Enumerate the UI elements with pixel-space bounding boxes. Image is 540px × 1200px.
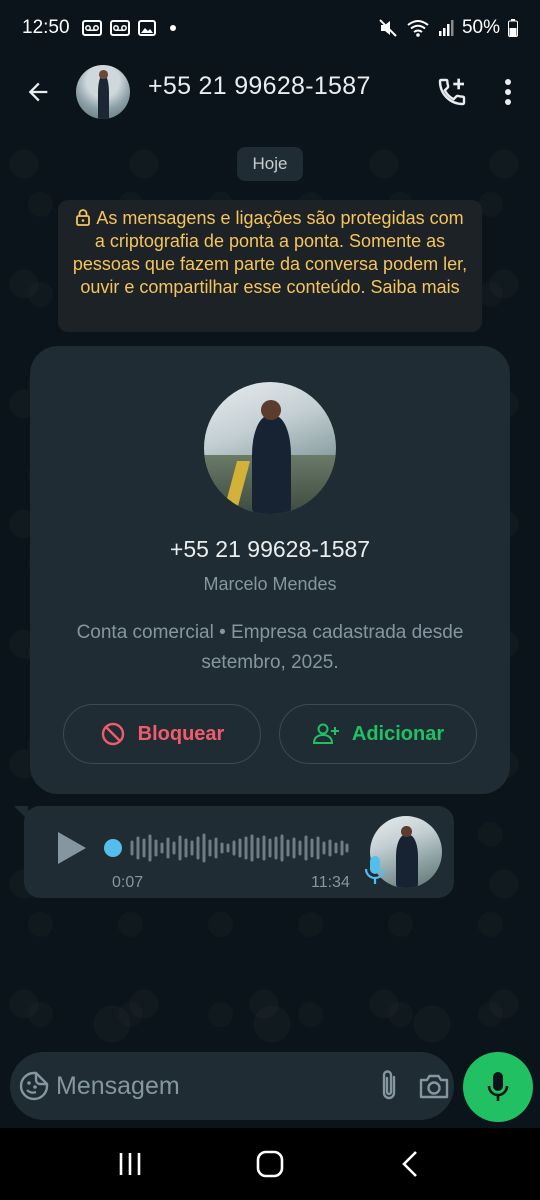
message-time: 11:34 xyxy=(311,874,350,891)
voice-message[interactable]: 0:07 11:34 xyxy=(14,806,454,898)
play-icon xyxy=(58,832,86,864)
dot-icon xyxy=(169,25,176,31)
signal-icon xyxy=(438,20,454,36)
contact-title[interactable]: +55 21 99628-1587 xyxy=(148,72,428,101)
message-input[interactable] xyxy=(50,1058,378,1114)
image-icon xyxy=(137,20,156,36)
mute-icon xyxy=(379,19,397,37)
block-label: Bloquear xyxy=(137,722,225,745)
back-button[interactable] xyxy=(10,64,66,120)
status-time: 12:50 xyxy=(22,17,70,38)
mic-icon xyxy=(364,856,386,884)
business-info-card: +55 21 99628-1587 Marcelo Mendes Conta c… xyxy=(30,346,510,794)
chevron-left-icon xyxy=(402,1151,417,1177)
attach-button[interactable] xyxy=(378,1058,400,1114)
wifi-icon xyxy=(407,20,429,37)
block-icon xyxy=(101,722,124,746)
waveform[interactable] xyxy=(128,830,350,866)
composer xyxy=(10,1052,454,1120)
voicemail-icon xyxy=(81,20,102,36)
play-button[interactable] xyxy=(56,830,88,871)
status-bar: 12:50 50% xyxy=(0,0,540,56)
card-name: Marcelo Mendes xyxy=(203,574,337,594)
system-nav-bar xyxy=(0,1128,540,1200)
contact-avatar[interactable] xyxy=(76,65,130,119)
voicemail-icon xyxy=(109,20,130,36)
paperclip-icon xyxy=(382,1070,396,1100)
profile-photo[interactable] xyxy=(204,382,336,514)
encryption-notice-text: As mensagens e ligações são protegidas c… xyxy=(72,208,468,297)
camera-button[interactable] xyxy=(418,1058,450,1114)
home-button[interactable] xyxy=(230,1134,310,1194)
card-phone: +55 21 99628-1587 xyxy=(169,536,371,562)
home-icon xyxy=(256,1150,284,1178)
more-vert-icon xyxy=(505,79,511,105)
add-call-icon xyxy=(438,78,466,106)
recents-icon xyxy=(119,1153,141,1175)
emoji-button[interactable] xyxy=(18,1058,50,1114)
add-contact-button[interactable]: Adicionar xyxy=(279,704,477,764)
more-options-button[interactable] xyxy=(484,64,532,120)
nav-back-button[interactable] xyxy=(370,1134,450,1194)
battery-percent: 50% xyxy=(461,17,500,38)
block-button[interactable]: Bloquear xyxy=(63,704,261,764)
add-label: Adicionar xyxy=(351,722,445,745)
voice-record-button[interactable] xyxy=(463,1052,533,1122)
add-call-button[interactable] xyxy=(428,64,476,120)
lock-icon xyxy=(76,209,91,226)
chat-area[interactable]: Hoje As mensagens e ligações são protegi… xyxy=(0,128,540,1050)
add-person-icon xyxy=(312,723,339,744)
chat-header: +55 21 99628-1587 xyxy=(0,56,540,128)
recents-button[interactable] xyxy=(90,1134,170,1194)
encryption-notice[interactable]: As mensagens e ligações são protegidas c… xyxy=(58,200,482,332)
date-chip: Hoje xyxy=(237,147,303,181)
card-description: Conta comercial • Empresa cadastrada des… xyxy=(76,622,464,673)
seek-handle[interactable] xyxy=(104,839,122,857)
voice-elapsed: 0:07 xyxy=(112,874,144,891)
back-arrow-icon xyxy=(28,82,48,102)
battery-icon xyxy=(508,19,518,37)
sticker-icon xyxy=(19,1071,49,1101)
mic-icon xyxy=(487,1072,509,1101)
camera-icon xyxy=(419,1074,449,1099)
